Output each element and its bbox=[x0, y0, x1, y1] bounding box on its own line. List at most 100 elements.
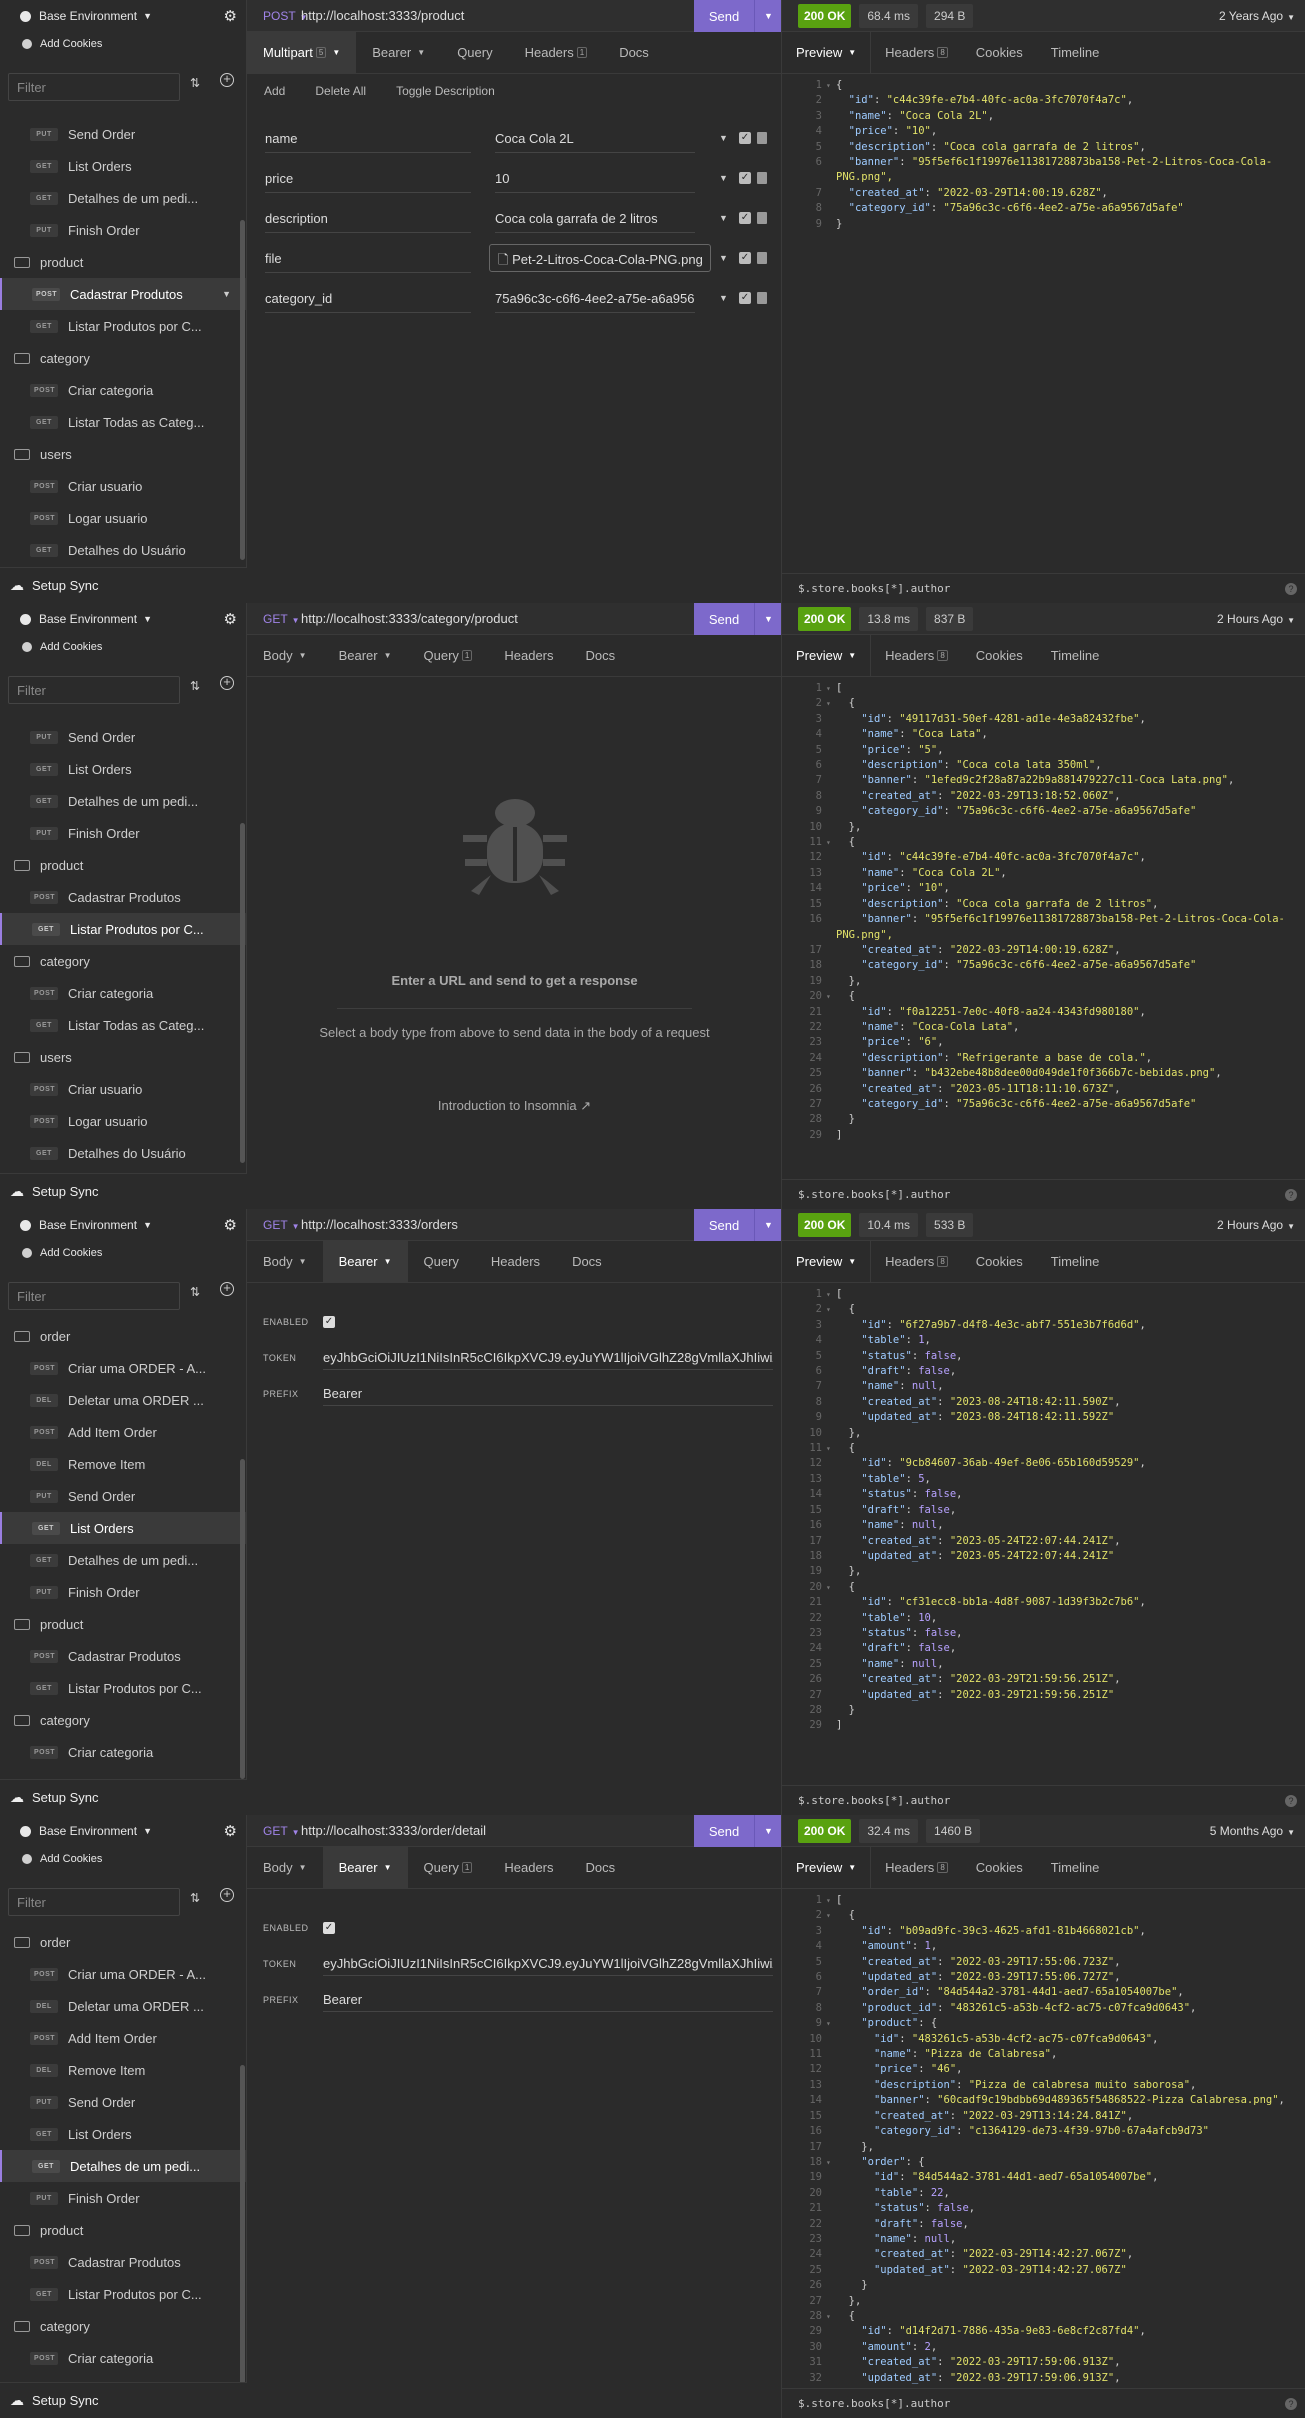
send-button[interactable]: Send bbox=[694, 0, 754, 32]
help-icon[interactable]: ? bbox=[1285, 582, 1297, 595]
enabled-checkbox[interactable]: ✓ bbox=[739, 292, 751, 304]
response-tab-preview[interactable]: Preview ▼ bbox=[782, 1240, 872, 1283]
response-tab-headers[interactable]: Headers 8 bbox=[871, 635, 962, 677]
add-request-icon[interactable]: + bbox=[220, 72, 234, 87]
tab-headers[interactable]: Headers 1 bbox=[509, 32, 604, 74]
trash-icon[interactable] bbox=[757, 132, 767, 144]
setup-sync-button[interactable]: ☁ Setup Sync bbox=[0, 1173, 247, 1209]
response-json-viewer[interactable]: 1 ▾{2 "id": "c44c39fe-e7b4-40fc-ac0a-3fc7… bbox=[782, 78, 1305, 232]
sidebar-item-add-item-order[interactable]: POST Add Item Order bbox=[0, 1416, 246, 1448]
token-input[interactable]: eyJhbGciOiJIUzI1NiIsInR5cCI6IkpXVCJ9.eyJ… bbox=[323, 1952, 773, 1976]
gear-icon[interactable]: ⚙ bbox=[224, 1822, 237, 1840]
send-options-button[interactable]: ▼ bbox=[754, 603, 781, 635]
add-cookies-button[interactable]: Add Cookies bbox=[0, 635, 246, 659]
fold-icon[interactable]: ▾ bbox=[826, 78, 836, 93]
url-input[interactable]: http://localhost:3333/product bbox=[301, 8, 464, 23]
fold-icon[interactable]: ▾ bbox=[826, 2309, 836, 2324]
fold-icon[interactable]: ▾ bbox=[826, 1441, 836, 1456]
response-filter-input[interactable]: $.store.books[*].author? bbox=[782, 573, 1305, 603]
folder-product[interactable]: product bbox=[0, 246, 246, 278]
send-button[interactable]: Send bbox=[694, 603, 754, 635]
tab-bearer[interactable]: Bearer ▼ bbox=[356, 32, 441, 74]
history-dropdown[interactable]: 2 Years Ago ▼ bbox=[1219, 9, 1295, 23]
response-tab-timeline[interactable]: Timeline bbox=[1037, 32, 1114, 74]
tab-headers[interactable]: Headers bbox=[488, 1847, 569, 1889]
fold-icon[interactable]: ▾ bbox=[826, 1287, 836, 1302]
enabled-checkbox[interactable]: ✓ bbox=[323, 1316, 335, 1328]
enabled-checkbox[interactable]: ✓ bbox=[739, 172, 751, 184]
sidebar-item-criar-uma-order-a[interactable]: POST Criar uma ORDER - A... bbox=[0, 1352, 246, 1384]
response-filter-input[interactable]: $.store.books[*].author? bbox=[782, 1179, 1305, 1209]
response-tab-cookies[interactable]: Cookies bbox=[962, 1241, 1037, 1283]
help-icon[interactable]: ? bbox=[1285, 2397, 1297, 2410]
tab-docs[interactable]: Docs bbox=[603, 32, 665, 74]
sidebar-item-send-order[interactable]: PUT Send Order bbox=[0, 118, 246, 150]
chevron-down-icon[interactable]: ▼ bbox=[222, 289, 231, 299]
sidebar-scrollbar[interactable] bbox=[240, 2065, 245, 2382]
response-tab-timeline[interactable]: Timeline bbox=[1037, 635, 1114, 677]
field-value-input[interactable]: Coca Cola 2L bbox=[495, 123, 695, 153]
sidebar-item-listar-todas-as-categ[interactable]: GET Listar Todas as Categ... bbox=[0, 1009, 246, 1041]
response-tab-cookies[interactable]: Cookies bbox=[962, 635, 1037, 677]
send-options-button[interactable]: ▼ bbox=[754, 1209, 781, 1241]
fold-icon[interactable]: ▾ bbox=[826, 835, 836, 850]
response-tab-preview[interactable]: Preview ▼ bbox=[782, 1846, 872, 1889]
sidebar-item-add-item-order[interactable]: POST Add Item Order bbox=[0, 2022, 246, 2054]
folder-category[interactable]: category bbox=[0, 2310, 246, 2342]
response-tab-cookies[interactable]: Cookies bbox=[962, 1847, 1037, 1889]
add-request-icon[interactable]: + bbox=[220, 675, 234, 690]
sidebar-item-deletar-uma-order[interactable]: DEL Deletar uma ORDER ... bbox=[0, 1384, 246, 1416]
sidebar-item-finish-order[interactable]: PUT Finish Order bbox=[0, 2182, 246, 2214]
help-icon[interactable]: ? bbox=[1285, 1794, 1297, 1807]
response-tab-headers[interactable]: Headers 8 bbox=[871, 1847, 962, 1889]
response-tab-timeline[interactable]: Timeline bbox=[1037, 1241, 1114, 1283]
environment-selector[interactable]: Base Environment ▼ ⚙ bbox=[0, 1209, 246, 1241]
prefix-input[interactable]: Bearer bbox=[323, 1988, 773, 2012]
chevron-down-icon[interactable]: ▼ bbox=[719, 133, 728, 143]
sidebar-item-listar-produtos-por-c[interactable]: GET Listar Produtos por C... bbox=[0, 913, 246, 945]
tab-headers[interactable]: Headers bbox=[475, 1241, 556, 1283]
fold-icon[interactable]: ▾ bbox=[826, 696, 836, 711]
send-options-button[interactable]: ▼ bbox=[754, 1815, 781, 1847]
field-name-input[interactable]: price bbox=[265, 163, 471, 193]
sidebar-item-send-order[interactable]: PUT Send Order bbox=[0, 2086, 246, 2118]
response-filter-input[interactable]: $.store.books[*].author? bbox=[782, 2388, 1305, 2418]
sidebar-item-criar-usuario[interactable]: POST Criar usuario bbox=[0, 470, 246, 502]
setup-sync-button[interactable]: ☁ Setup Sync bbox=[0, 1779, 247, 1815]
sidebar-item-list-orders[interactable]: GET List Orders bbox=[0, 1512, 246, 1544]
fold-icon[interactable]: ▾ bbox=[826, 989, 836, 1004]
tab-body[interactable]: Body ▼ bbox=[247, 1847, 323, 1889]
sidebar-item-criar-usuario[interactable]: POST Criar usuario bbox=[0, 1073, 246, 1105]
sidebar-item-logar-usuario[interactable]: POST Logar usuario bbox=[0, 1105, 246, 1137]
sidebar-item-detalhes-de-um-pedi[interactable]: GET Detalhes de um pedi... bbox=[0, 182, 246, 214]
tab-bearer[interactable]: Bearer ▼ bbox=[322, 1240, 408, 1283]
gear-icon[interactable]: ⚙ bbox=[224, 610, 237, 628]
tab-docs[interactable]: Docs bbox=[570, 1847, 632, 1889]
sidebar-item-detalhes-de-um-pedi[interactable]: GET Detalhes de um pedi... bbox=[0, 785, 246, 817]
sidebar-item-criar-categoria[interactable]: POST Criar categoria bbox=[0, 374, 246, 406]
sort-icon[interactable]: ⇅ bbox=[190, 679, 200, 693]
trash-icon[interactable] bbox=[757, 172, 767, 184]
response-json-viewer[interactable]: 1 ▾[2 ▾ {3 "id": "b09ad9fc-39c3-4625-afd1-… bbox=[782, 1893, 1305, 2386]
intro-link[interactable]: Introduction to Insomnia ↗ bbox=[247, 1098, 781, 1114]
add-request-icon[interactable]: + bbox=[220, 1281, 234, 1296]
sort-icon[interactable]: ⇅ bbox=[190, 76, 200, 90]
chevron-down-icon[interactable]: ▼ bbox=[719, 213, 728, 223]
environment-selector[interactable]: Base Environment ▼ ⚙ bbox=[0, 603, 246, 635]
sidebar-item-deletar-uma-order[interactable]: DEL Deletar uma ORDER ... bbox=[0, 1990, 246, 2022]
sidebar-item-criar-categoria[interactable]: POST Criar categoria bbox=[0, 1736, 246, 1768]
field-name-input[interactable]: description bbox=[265, 203, 471, 233]
sort-icon[interactable]: ⇅ bbox=[190, 1891, 200, 1905]
sidebar-item-detalhes-de-um-pedi[interactable]: GET Detalhes de um pedi... bbox=[0, 2150, 246, 2182]
tab-docs[interactable]: Docs bbox=[570, 635, 632, 677]
gear-icon[interactable]: ⚙ bbox=[224, 7, 237, 25]
chevron-down-icon[interactable]: ▼ bbox=[719, 173, 728, 183]
setup-sync-button[interactable]: ☁ Setup Sync bbox=[0, 567, 247, 603]
method-selector[interactable]: GET ▼ bbox=[247, 1218, 300, 1232]
fold-icon[interactable]: ▾ bbox=[826, 1893, 836, 1908]
url-input[interactable]: http://localhost:3333/order/detail bbox=[301, 1823, 486, 1838]
sidebar-item-remove-item[interactable]: DEL Remove Item bbox=[0, 2054, 246, 2086]
response-tab-timeline[interactable]: Timeline bbox=[1037, 1847, 1114, 1889]
sidebar-item-cadastrar-produtos[interactable]: POST Cadastrar Produtos bbox=[0, 1640, 246, 1672]
url-input[interactable]: http://localhost:3333/orders bbox=[301, 1217, 458, 1232]
